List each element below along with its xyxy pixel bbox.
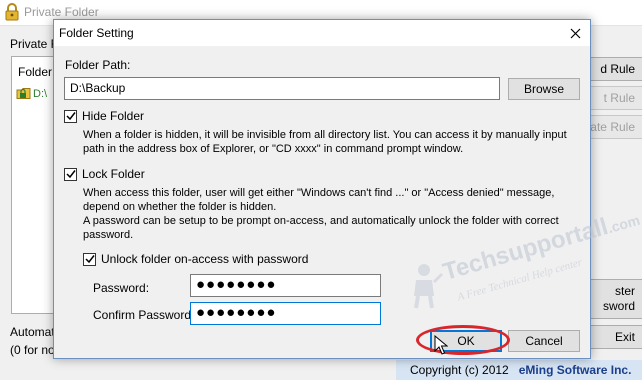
footer-copyright: Copyright (c) 2012 eMing Software Inc. — [410, 363, 631, 377]
close-button[interactable] — [560, 20, 590, 46]
folder-path-input[interactable]: D:\Backup — [64, 77, 500, 100]
close-icon — [570, 28, 580, 38]
unlock-on-access-label: Unlock folder on-access with password — [101, 252, 309, 266]
master-password-line2: sword — [602, 299, 635, 313]
password-input[interactable]: ●●●●●●●● — [190, 274, 381, 297]
lock-folder-checkbox[interactable] — [64, 167, 77, 181]
list-item-path: D:\ — [33, 87, 48, 100]
hide-folder-desc-line1: When a folder is hidden, it will be invi… — [83, 129, 567, 141]
unlock-on-access-checkbox[interactable] — [83, 252, 96, 266]
hide-folder-checkbox[interactable] — [64, 109, 77, 123]
folder-list-header: Folder — [18, 65, 53, 79]
lock-folder-desc-line1: When access this folder, user will get e… — [83, 187, 555, 199]
techsupportall-watermark: Techsupportall.com A Free Technical Help… — [404, 212, 642, 324]
master-password-button[interactable]: ster sword — [586, 279, 642, 319]
folder-setting-dialog: Folder Setting Folder Path: D:\Backup Br… — [53, 19, 642, 359]
confirm-password-input[interactable]: ●●●●●●●● — [190, 302, 381, 325]
password-label: Password: — [93, 281, 150, 295]
dialog-titlebar: Folder Setting — [54, 20, 590, 46]
lock-folder-label: Lock Folder — [82, 167, 145, 181]
add-rule-button[interactable]: d Rule — [586, 57, 642, 81]
unlock-on-access-option[interactable]: Unlock folder on-access with password — [83, 252, 308, 266]
checkmark-icon — [65, 170, 76, 179]
footer-copyright-text: Copyright (c) 2012 — [410, 363, 509, 377]
wrench-person-logo-icon — [414, 264, 444, 309]
watermark-tagline: A Free Technical Help center — [456, 256, 584, 304]
main-tab-label: Private F — [10, 37, 59, 51]
confirm-password-label: Confirm Password: — [93, 308, 195, 322]
delete-rule-button[interactable]: ate Rule — [586, 115, 642, 139]
lock-folder-desc-line2: depend on whether the folder is hidden. — [83, 201, 277, 213]
lock-folder-desc-line3: A password can be setup to be prompt on-… — [83, 215, 559, 227]
folder-path-label: Folder Path: — [65, 58, 131, 72]
auto-lock-label: Automati — [10, 325, 58, 339]
edit-rule-button[interactable]: t Rule — [586, 86, 642, 110]
master-password-line1: ster — [614, 284, 635, 298]
footer-bar: Copyright (c) 2012 eMing Software Inc. — [396, 360, 642, 380]
lock-folder-desc-line4: password. — [83, 229, 134, 241]
padlock-icon — [5, 3, 19, 21]
hide-folder-option[interactable]: Hide Folder — [64, 109, 144, 123]
ok-button[interactable]: OK — [430, 330, 502, 352]
browse-button[interactable]: Browse — [508, 78, 580, 100]
footer-brand: eMing Software Inc. — [518, 363, 632, 377]
list-item[interactable]: D:\ — [16, 87, 47, 100]
hide-folder-desc-line2: path in the address box of Explorer, or … — [83, 143, 464, 155]
dialog-title: Folder Setting — [59, 26, 134, 40]
exit-button[interactable]: Exit — [586, 325, 642, 349]
main-window-title: Private Folder — [24, 5, 99, 19]
auto-lock-sublabel: (0 for no — [10, 343, 55, 357]
checkmark-icon — [65, 112, 76, 121]
lock-folder-option[interactable]: Lock Folder — [64, 167, 145, 181]
locked-folder-icon — [16, 88, 31, 99]
cancel-button[interactable]: Cancel — [508, 330, 580, 352]
checkmark-icon — [84, 255, 95, 264]
hide-folder-label: Hide Folder — [82, 109, 145, 123]
